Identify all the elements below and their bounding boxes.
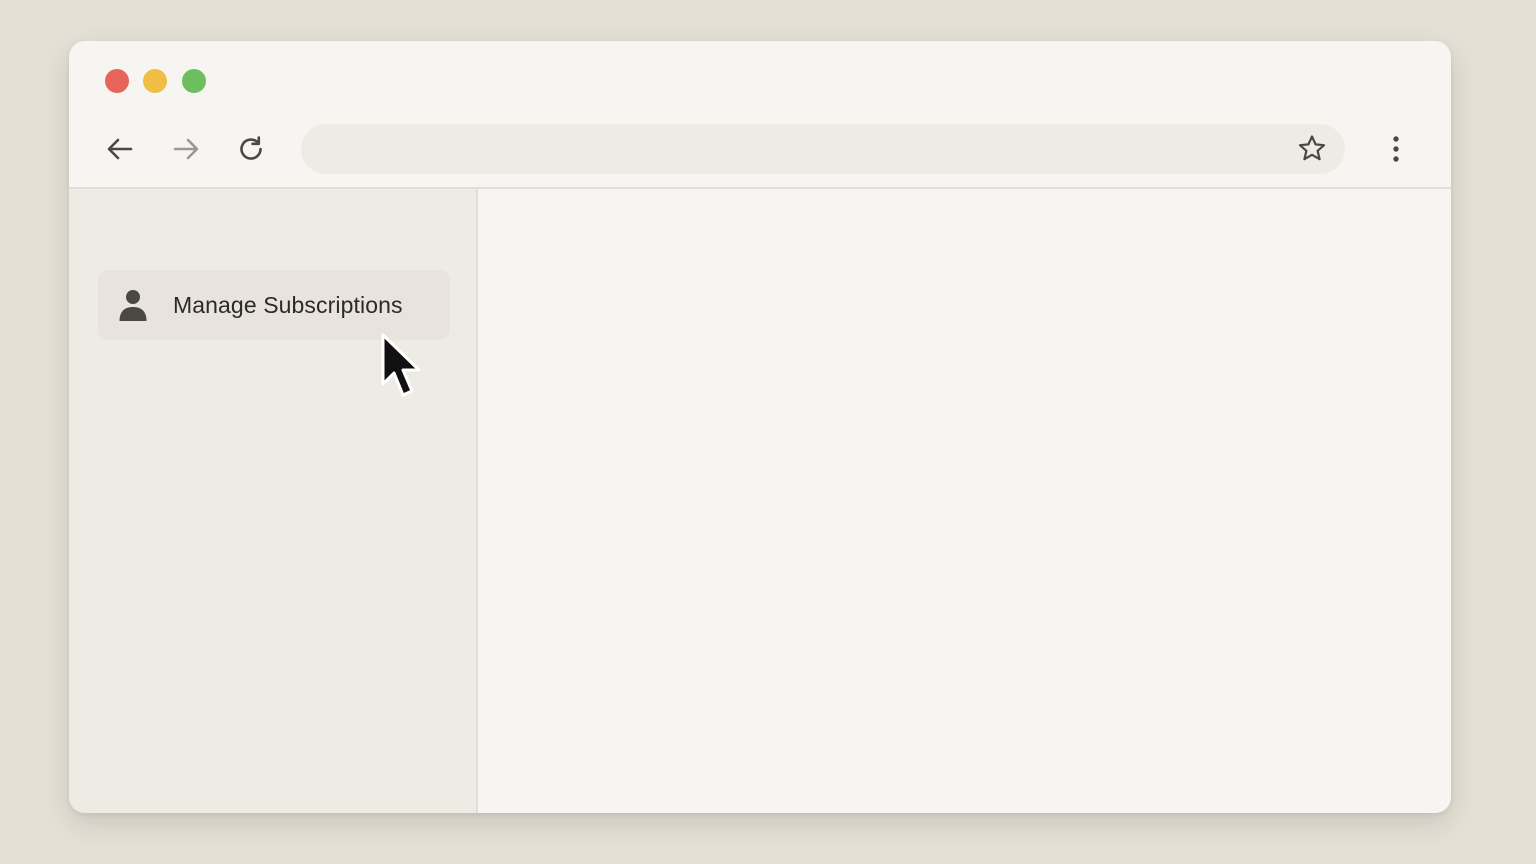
back-button[interactable]	[104, 133, 136, 165]
bookmark-button[interactable]	[1297, 134, 1327, 164]
sidebar: Manage Subscriptions	[69, 189, 478, 813]
maximize-window-button[interactable]	[182, 69, 206, 93]
address-input[interactable]	[325, 124, 1285, 174]
kebab-menu-icon	[1393, 136, 1399, 162]
reload-button[interactable]	[235, 133, 267, 165]
arrow-left-icon	[107, 138, 133, 160]
forward-button[interactable]	[170, 133, 202, 165]
minimize-window-button[interactable]	[143, 69, 167, 93]
arrow-right-icon	[173, 138, 199, 160]
person-icon	[118, 288, 148, 322]
close-window-button[interactable]	[105, 69, 129, 93]
browser-window: Manage Subscriptions	[69, 41, 1451, 813]
star-icon	[1298, 135, 1326, 161]
address-bar[interactable]	[301, 124, 1345, 174]
sidebar-item-label: Manage Subscriptions	[173, 291, 403, 318]
browser-menu-button[interactable]	[1381, 133, 1411, 165]
sidebar-item-manage-subscriptions[interactable]: Manage Subscriptions	[98, 270, 450, 340]
main-content	[480, 189, 1451, 813]
reload-icon	[240, 136, 262, 160]
